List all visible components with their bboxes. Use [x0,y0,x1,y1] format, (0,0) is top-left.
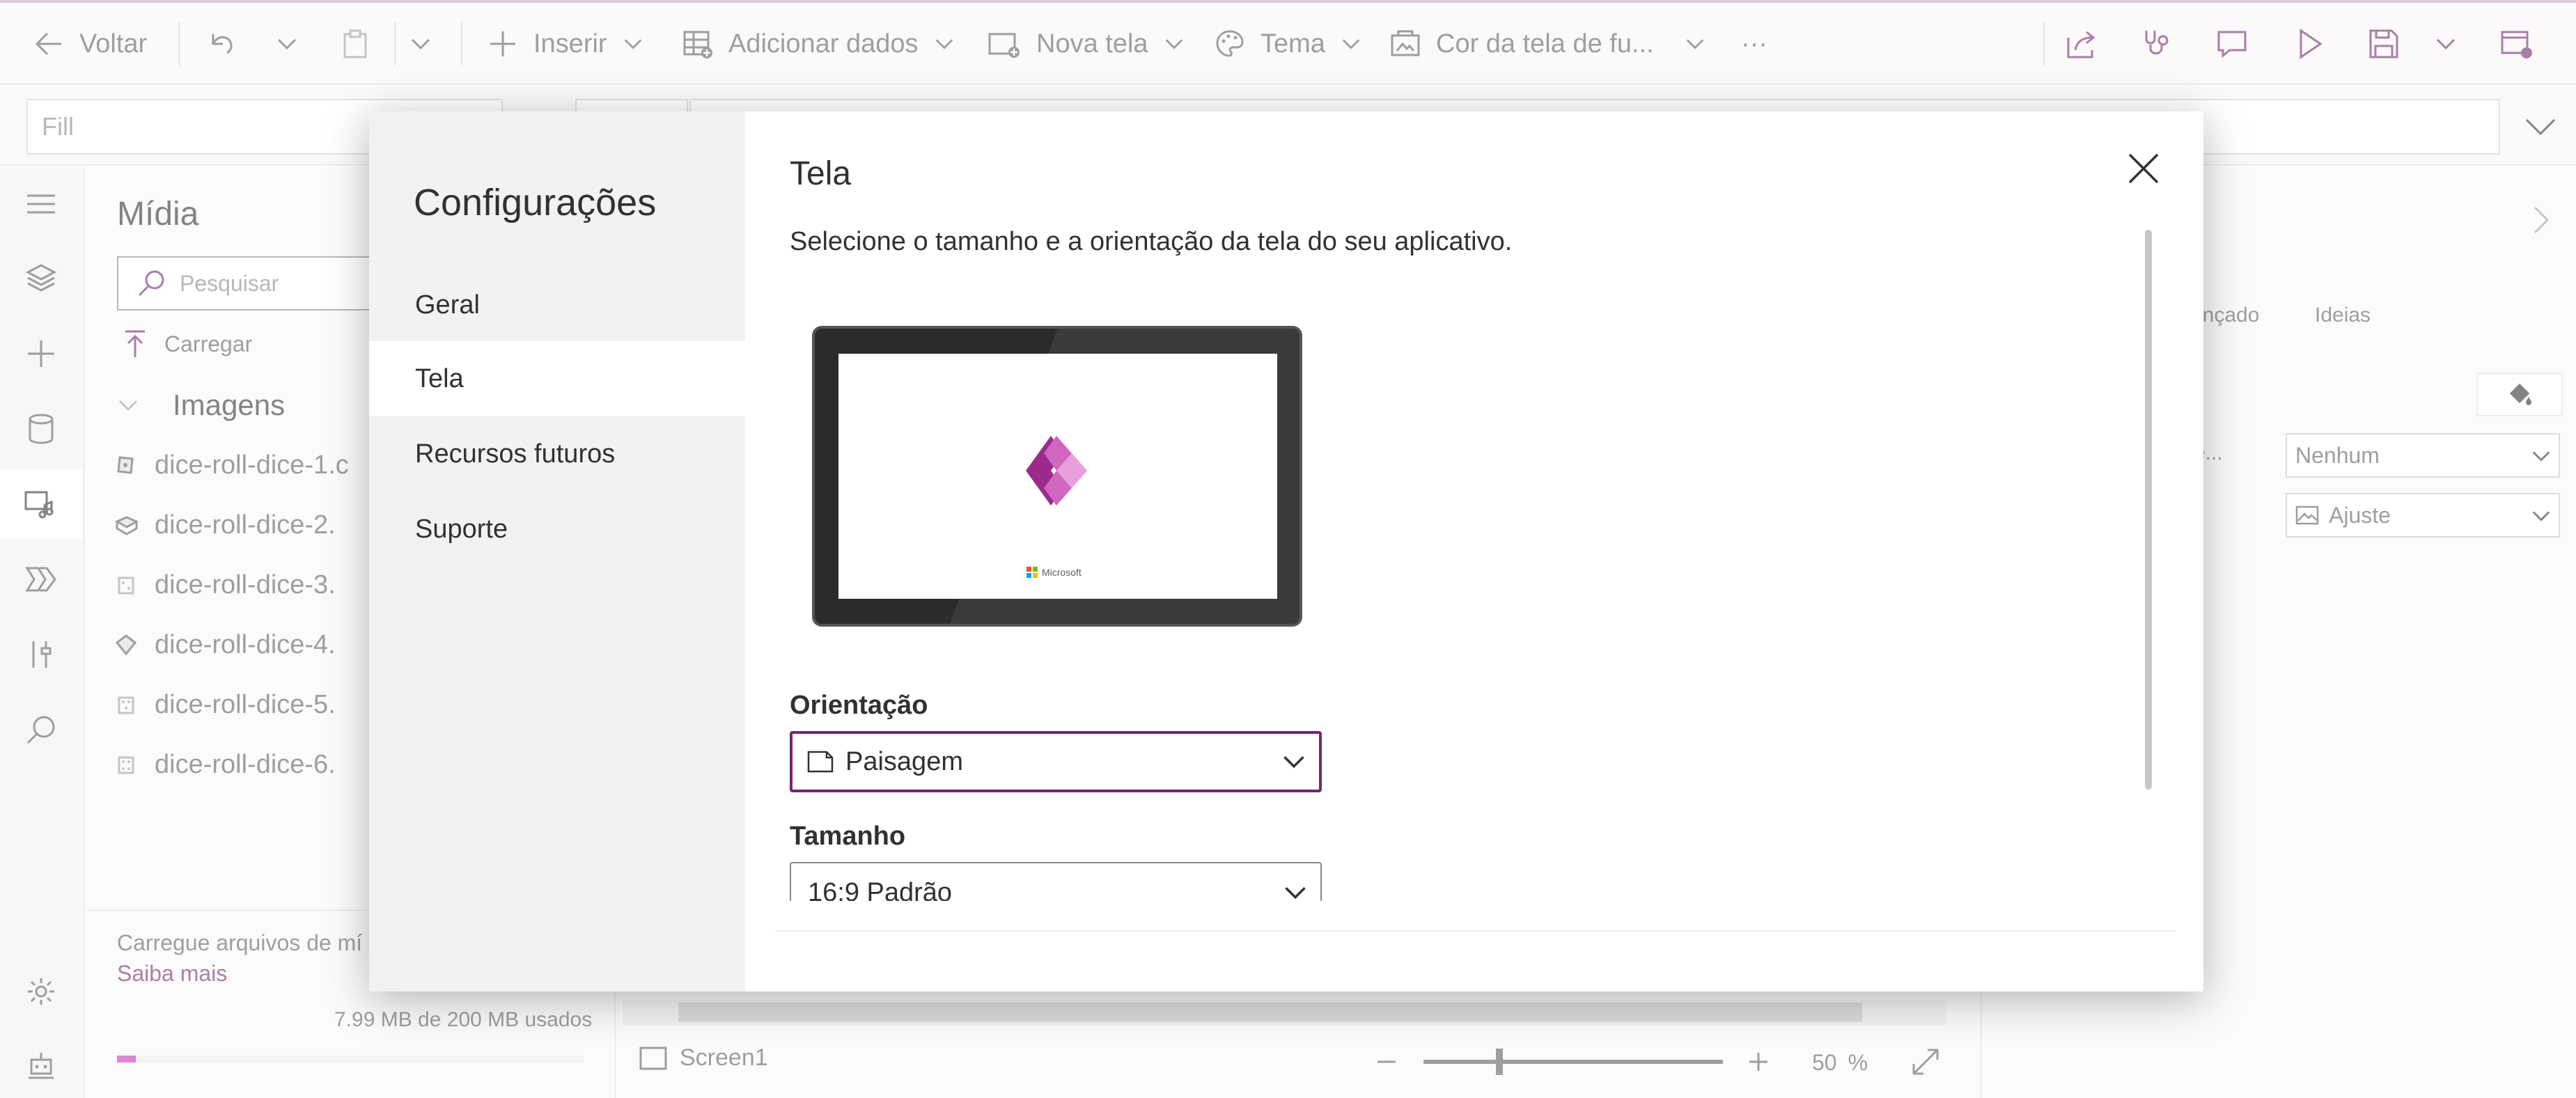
power-apps-logo-icon [1026,436,1087,505]
size-label: Tamanho [790,822,906,851]
nav-item-support[interactable]: Suporte [369,492,745,567]
settings-nav: Configurações Geral Tela Recursos futuro… [369,111,745,991]
page-landscape-icon [807,751,834,773]
section-description: Selecione o tamanho e a orientação da te… [790,227,1513,256]
orientation-value: Paisagem [845,746,963,776]
chevron-down-icon [1283,756,1304,769]
orientation-dropdown[interactable]: Paisagem [790,731,1322,792]
size-dropdown[interactable]: 16:9 Padrão [790,862,1322,901]
nav-item-upcoming-features[interactable]: Recursos futuros [369,416,745,492]
nav-item-label: Suporte [415,514,508,544]
size-value: 16:9 Padrão [808,877,953,902]
chevron-down-icon [1285,887,1306,900]
vertical-scrollbar[interactable] [2145,230,2152,790]
microsoft-logo-icon [1027,567,1038,578]
nav-item-general[interactable]: Geral [369,267,745,343]
close-icon [2128,153,2159,184]
nav-item-label: Tela [415,363,464,393]
orientation-label: Orientação [790,691,928,720]
nav-item-label: Recursos futuros [415,439,616,469]
preview-screen: Microsoft [838,354,1277,599]
section-title: Tela [790,155,852,192]
nav-item-screen[interactable]: Tela [369,341,745,416]
microsoft-brand-label: Microsoft [1042,567,1082,578]
screen-preview: Microsoft [812,326,1302,627]
settings-dialog: Configurações Geral Tela Recursos futuro… [369,111,2203,991]
microsoft-brand: Microsoft [1027,567,1082,578]
dialog-footer-divider [776,930,2176,932]
dialog-title: Configurações [414,182,657,223]
close-button[interactable] [2125,150,2162,187]
nav-item-label: Geral [415,290,480,320]
size-dropdown-clip: 16:9 Padrão [790,862,1322,901]
